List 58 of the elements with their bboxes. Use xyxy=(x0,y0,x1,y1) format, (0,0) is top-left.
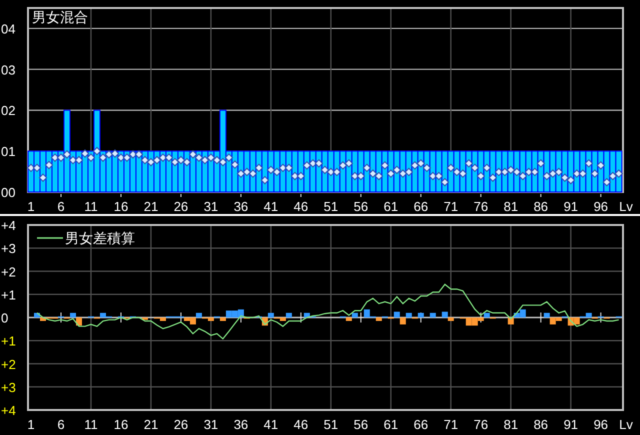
axis-label: 1 xyxy=(27,199,35,214)
axis-label: 71 xyxy=(444,417,458,432)
axis-label: 16 xyxy=(114,417,128,432)
axis-label: 21 xyxy=(144,417,158,432)
axis-label: 04 xyxy=(1,21,16,36)
axis-label: 46 xyxy=(294,199,308,214)
axis-label: 31 xyxy=(204,417,218,432)
axis-label: 76 xyxy=(474,199,488,214)
axis-label: 03 xyxy=(1,62,16,78)
axis-label: 11 xyxy=(84,417,98,432)
axis-label: +1 xyxy=(1,334,16,349)
axis-label: 86 xyxy=(534,417,548,432)
axis-label: +2 xyxy=(1,264,16,280)
axis-label: 02 xyxy=(1,103,16,118)
axis-title: Lv xyxy=(619,199,633,214)
axis-label: 46 xyxy=(294,417,308,432)
axis-label: 96 xyxy=(594,417,608,432)
axis-label: 6 xyxy=(57,199,65,214)
axis-label: 1 xyxy=(27,417,35,432)
axis-label: +2 xyxy=(1,356,16,372)
axis-label: 00 xyxy=(1,185,16,200)
axis-label: 61 xyxy=(384,417,398,432)
axis-label: 51 xyxy=(324,417,338,432)
axis-label: 81 xyxy=(504,417,518,432)
axis-label: 86 xyxy=(534,199,548,214)
axis-label: 51 xyxy=(324,199,338,214)
axis-label: 56 xyxy=(354,417,368,432)
axis-label: +3 xyxy=(1,241,16,256)
axis-label: 91 xyxy=(564,199,578,214)
legend-label: 男女差積算 xyxy=(65,231,135,247)
axis-label: 26 xyxy=(174,417,188,432)
axis-label: 81 xyxy=(504,199,518,214)
axis-label: 21 xyxy=(144,199,158,214)
axis-label: 11 xyxy=(84,199,98,214)
axis-label: 76 xyxy=(474,417,488,432)
axis-label: +1 xyxy=(1,287,16,302)
axis-label: 36 xyxy=(234,199,248,214)
axis-label: 26 xyxy=(174,199,188,214)
axis-label: 91 xyxy=(564,417,578,432)
axis-label: 36 xyxy=(234,417,248,432)
axis-label: 31 xyxy=(204,199,218,214)
axis-label: +3 xyxy=(1,380,16,395)
axis-title: Lv xyxy=(619,417,633,432)
axis-label: 61 xyxy=(384,199,398,214)
axis-label: +4 xyxy=(1,403,16,418)
axis-label: +4 xyxy=(1,218,16,233)
axis-label: 71 xyxy=(444,199,458,214)
axis-label: 41 xyxy=(264,417,278,432)
axis-label: 41 xyxy=(264,199,278,214)
axis-label: 16 xyxy=(114,199,128,214)
axis-label: 6 xyxy=(57,417,65,432)
axis-label: 0 xyxy=(1,310,8,326)
axis-label: 01 xyxy=(1,144,16,160)
chart-title: 男女混合 xyxy=(32,10,88,26)
axis-label: 66 xyxy=(414,417,428,432)
axis-label: 66 xyxy=(414,199,428,214)
axis-label: 56 xyxy=(354,199,368,214)
axis-label: 96 xyxy=(594,199,608,214)
